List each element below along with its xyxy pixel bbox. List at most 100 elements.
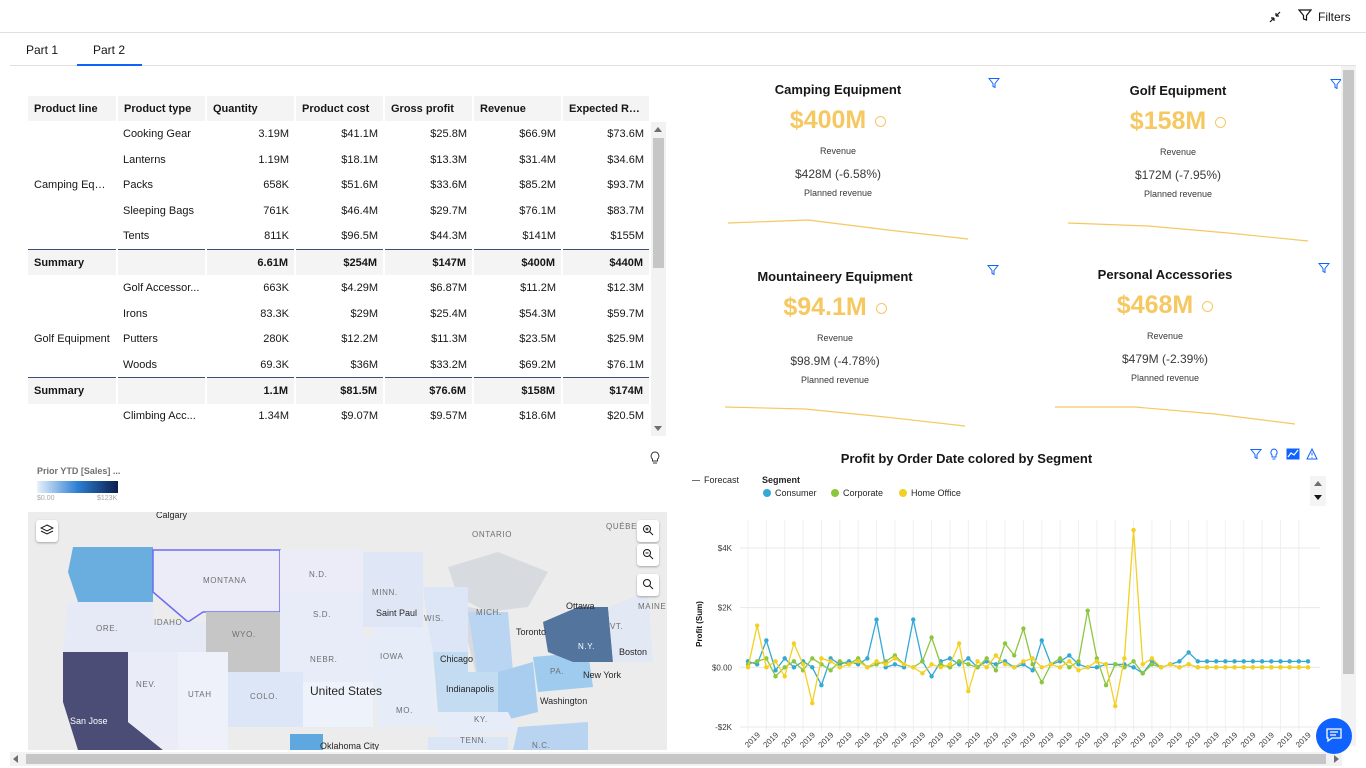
row-header-cell[interactable]: Camping Equi... <box>28 172 117 198</box>
forecast-chart-icon[interactable] <box>1286 448 1300 463</box>
value-cell[interactable]: $11.2M <box>473 275 562 301</box>
value-cell[interactable]: 811K <box>206 223 295 250</box>
scroll-thumb[interactable] <box>26 754 1326 764</box>
product-type-cell[interactable]: Climbing Acc... <box>117 404 206 430</box>
legend-scrollbar[interactable] <box>1310 476 1326 506</box>
value-cell[interactable]: $33.2M <box>384 352 473 379</box>
row-header-cell[interactable] <box>28 404 117 430</box>
product-type-cell[interactable]: Putters <box>117 327 206 353</box>
value-cell[interactable]: $44.3M <box>384 223 473 250</box>
value-cell[interactable]: 6.61M <box>206 248 296 276</box>
value-cell[interactable]: $400M <box>473 248 563 276</box>
value-cell[interactable]: $69.2M <box>473 352 562 379</box>
value-cell[interactable]: $13.3M <box>384 147 473 173</box>
value-cell[interactable]: 1.34M <box>206 404 295 430</box>
value-cell[interactable]: $85.2M <box>473 172 562 198</box>
value-cell[interactable]: $155M <box>562 223 650 250</box>
value-cell[interactable]: $76.1M <box>473 198 562 224</box>
row-header-cell[interactable]: Golf Equipment <box>28 327 117 353</box>
scroll-left-icon[interactable] <box>13 755 18 763</box>
value-cell[interactable]: $25.4M <box>384 301 473 327</box>
product-type-cell[interactable]: Sleeping Bags <box>117 198 206 224</box>
filter-icon[interactable] <box>1249 448 1263 463</box>
value-cell[interactable]: $6.87M <box>384 275 473 301</box>
row-header-cell[interactable] <box>28 301 117 327</box>
value-cell[interactable]: $76.1M <box>562 352 650 379</box>
value-cell[interactable]: $9.57M <box>384 404 473 430</box>
scroll-down-icon[interactable] <box>654 426 662 431</box>
legend-item-home-office[interactable]: Home Office <box>899 488 979 498</box>
value-cell[interactable]: $25.8M <box>384 121 473 147</box>
value-cell[interactable]: $9.07M <box>295 404 384 430</box>
dashboard-scrollbar[interactable] <box>1341 66 1356 746</box>
column-header[interactable]: Product type <box>117 96 207 121</box>
value-cell[interactable]: $12.3M <box>562 275 650 301</box>
value-cell[interactable]: $93.7M <box>562 172 650 198</box>
filter-icon[interactable] <box>987 77 1001 92</box>
collapse-icon[interactable] <box>1267 9 1283 25</box>
scroll-up-icon[interactable] <box>654 127 662 132</box>
table-scrollbar[interactable] <box>651 122 666 436</box>
column-header[interactable]: Quantity <box>206 96 296 121</box>
value-cell[interactable]: $23.5M <box>473 327 562 353</box>
value-cell[interactable]: $147M <box>384 248 474 276</box>
product-type-cell[interactable] <box>117 377 207 404</box>
legend-scroll-down-icon[interactable] <box>1314 495 1322 500</box>
column-header[interactable]: Product line <box>28 96 118 121</box>
value-cell[interactable]: $96.5M <box>295 223 384 250</box>
value-cell[interactable]: $59.7M <box>562 301 650 327</box>
column-header[interactable]: Product cost <box>295 96 385 121</box>
scroll-thumb[interactable] <box>1343 70 1354 674</box>
column-header[interactable]: Expected Re... <box>562 96 651 121</box>
product-type-cell[interactable]: Cooking Gear <box>117 121 206 147</box>
legend-item-consumer[interactable]: Consumer <box>763 488 833 498</box>
value-cell[interactable]: $31.4M <box>473 147 562 173</box>
value-cell[interactable]: 3.19M <box>206 121 295 147</box>
value-cell[interactable]: 1.19M <box>206 147 295 173</box>
row-header-cell[interactable] <box>28 224 117 250</box>
value-cell[interactable]: $51.6M <box>295 172 384 198</box>
tab-part-2[interactable]: Part 2 <box>77 34 142 66</box>
value-cell[interactable]: $18.6M <box>473 404 562 430</box>
product-type-cell[interactable]: Woods <box>117 352 206 379</box>
row-header-cell[interactable] <box>28 147 117 173</box>
value-cell[interactable]: 1.1M <box>206 377 296 404</box>
row-header-cell[interactable]: Summary <box>28 248 118 276</box>
value-cell[interactable]: $174M <box>562 377 651 404</box>
value-cell[interactable]: $254M <box>295 248 385 276</box>
value-cell[interactable]: 83.3K <box>206 301 295 327</box>
warning-icon[interactable] <box>1306 447 1318 463</box>
value-cell[interactable]: $141M <box>473 223 562 250</box>
row-header-cell[interactable] <box>28 352 117 378</box>
filters-button[interactable]: Filters <box>1297 8 1351 25</box>
search-button[interactable] <box>637 574 659 596</box>
kpi-golf-equipment[interactable]: Golf Equipment $158M Revenue $172M (-7.9… <box>1028 79 1343 253</box>
value-cell[interactable]: 280K <box>206 327 295 353</box>
value-cell[interactable]: $33.6M <box>384 172 473 198</box>
product-type-cell[interactable]: Lanterns <box>117 147 206 173</box>
product-type-cell[interactable]: Golf Accessor... <box>117 275 206 301</box>
product-type-cell[interactable]: Packs <box>117 172 206 198</box>
value-cell[interactable]: $4.29M <box>295 275 384 301</box>
kpi-mountaineery-equipment[interactable]: Mountaineery Equipment $94.1M Revenue $9… <box>685 265 1000 439</box>
value-cell[interactable]: 761K <box>206 198 295 224</box>
product-type-cell[interactable] <box>117 248 207 276</box>
tab-part-1[interactable]: Part 1 <box>10 34 74 66</box>
value-cell[interactable]: $18.1M <box>295 147 384 173</box>
horizontal-scrollbar[interactable] <box>10 752 1342 766</box>
line-chart[interactable]: -$2K$0.00$2K$4KProfit (Sum)2019 2019 2019 2… <box>690 512 1330 750</box>
filter-icon[interactable] <box>1317 262 1331 277</box>
value-cell[interactable]: $76.6M <box>384 377 474 404</box>
row-header-cell[interactable] <box>28 275 117 301</box>
value-cell[interactable]: $25.9M <box>562 327 650 353</box>
lightbulb-icon[interactable] <box>1268 448 1280 463</box>
choropleth-map[interactable]: Calgary ONTARIO QUÉBE MONTANA N.D. MINN.… <box>28 512 667 750</box>
kpi-personal-accessories[interactable]: Personal Accessories $468M Revenue $479M… <box>1015 263 1331 437</box>
value-cell[interactable]: $66.9M <box>473 121 562 147</box>
column-header[interactable]: Gross profit <box>384 96 474 121</box>
filter-icon[interactable] <box>986 264 1000 279</box>
value-cell[interactable]: $36M <box>295 352 384 379</box>
row-header-cell[interactable] <box>28 198 117 224</box>
kpi-camping-equipment[interactable]: Camping Equipment $400M Revenue $428M (-… <box>688 78 1001 252</box>
product-type-cell[interactable]: Tents <box>117 223 206 250</box>
